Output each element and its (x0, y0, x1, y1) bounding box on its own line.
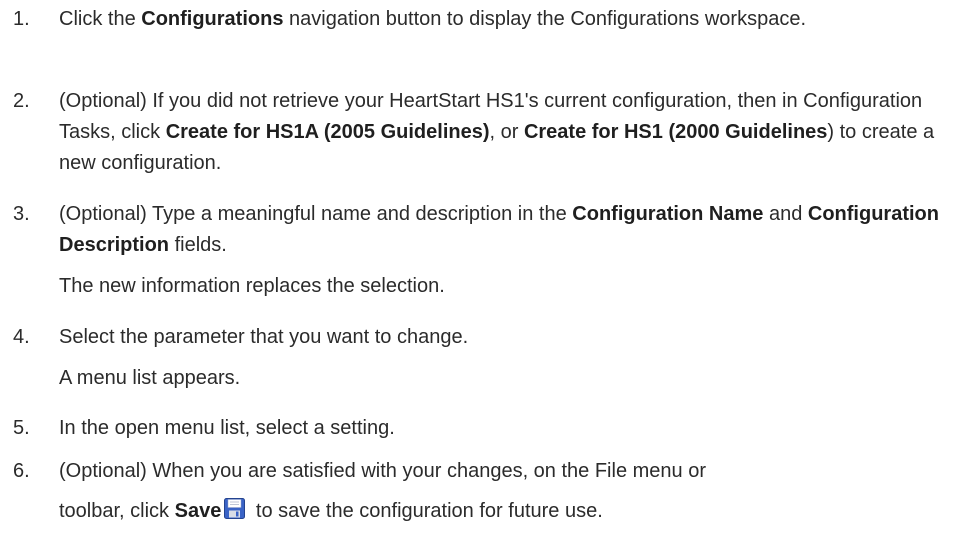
step-text-part: navigation button to display the Configu… (283, 8, 807, 30)
step-number: 4. (13, 326, 30, 348)
step-text-line: (Optional) When you are satisfied with y… (59, 460, 706, 482)
step-text: (Optional) When you are satisfied with y… (59, 456, 965, 527)
step-text: (Optional) If you did not retrieve your … (59, 86, 965, 179)
step-text-part: and (763, 203, 808, 225)
document-page: 1. Click the Configurations navigation b… (0, 0, 973, 554)
step-number: 2. (13, 90, 30, 112)
step-2: 2. (Optional) If you did not retrieve yo… (0, 86, 965, 179)
step-text-part: , or (489, 121, 524, 143)
step-4-note: A menu list appears. (59, 367, 241, 389)
step-number: 3. (13, 203, 30, 225)
create-hs1-ref: Create for HS1 (2000 Guidelines (523, 121, 828, 143)
step-3: 3. (Optional) Type a meaningful name and… (0, 199, 965, 261)
step-text-part: to save the configuration for future use… (250, 500, 603, 522)
step-4: 4. Select the parameter that you want to… (0, 322, 965, 353)
step-text-part: (Optional) Type a meaningful name and de… (59, 203, 573, 225)
step-number: 6. (13, 460, 30, 482)
step-text: Click the Configurations navigation butt… (59, 4, 965, 35)
configuration-name-ref: Configuration Name (572, 203, 764, 225)
save-ref: Save (174, 500, 222, 522)
step-text-line: toolbar, click Save to save the configur… (59, 496, 965, 527)
step-text-part: Select the parameter that you want to ch… (59, 326, 469, 348)
configurations-button-ref: Configurations (141, 8, 284, 30)
save-floppy-icon (224, 498, 246, 519)
step-1: 1. Click the Configurations navigation b… (0, 4, 965, 35)
step-number: 1. (13, 8, 30, 30)
step-text-part: Click the (59, 8, 142, 30)
step-3-note: The new information replaces the selecti… (59, 275, 445, 297)
step-text-part: toolbar, click (59, 500, 175, 522)
step-text-part: fields. (169, 234, 227, 256)
step-6: 6. (Optional) When you are satisfied wit… (0, 456, 965, 527)
create-hs1a-ref: Create for HS1A (2005 Guidelines) (165, 121, 490, 143)
step-text-part: In the open menu list, select a setting. (59, 417, 395, 439)
step-text: (Optional) Type a meaningful name and de… (59, 199, 965, 261)
step-number: 5. (13, 417, 30, 439)
step-text: Select the parameter that you want to ch… (59, 322, 965, 353)
step-text: In the open menu list, select a setting. (59, 413, 965, 444)
step-5: 5. In the open menu list, select a setti… (0, 413, 965, 444)
